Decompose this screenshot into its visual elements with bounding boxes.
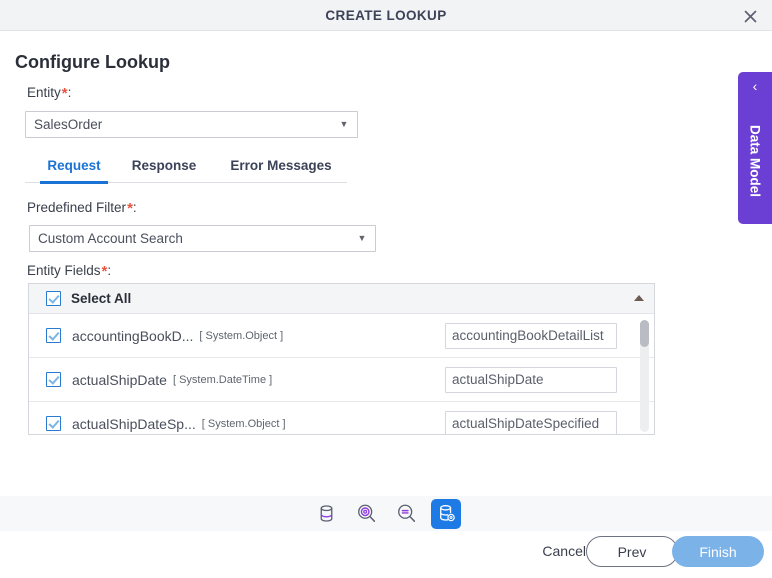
required-asterisk: * — [61, 85, 68, 102]
tab-response[interactable]: Response — [126, 153, 202, 183]
dialog-titlebar: CREATE LOOKUP — [0, 0, 772, 31]
select-all-checkbox[interactable] — [46, 291, 61, 306]
chevron-down-icon: ▼ — [339, 119, 349, 129]
data-model-label: Data Model — [747, 124, 763, 197]
field-alias-input[interactable]: actualShipDate — [445, 367, 617, 393]
entity-fields-label: Entity Fields*: — [27, 263, 111, 280]
table-row[interactable]: actualShipDate [ System.DateTime ] actua… — [29, 358, 654, 402]
page-title: Configure Lookup — [15, 52, 170, 72]
chevron-down-icon: ▼ — [357, 233, 367, 243]
database-icon[interactable] — [311, 499, 341, 529]
cancel-button[interactable]: Cancel — [542, 543, 586, 559]
tab-error-messages[interactable]: Error Messages — [221, 153, 341, 183]
search-minus-icon[interactable] — [391, 499, 421, 529]
entity-fields-list: Select All accountingBookD... [ System.O… — [28, 283, 655, 435]
entity-fields-label-text: Entity Fields — [27, 263, 101, 278]
predefined-filter-select[interactable]: Custom Account Search ▼ — [29, 225, 376, 252]
row-checkbox[interactable] — [46, 416, 61, 431]
list-scrollbar[interactable] — [640, 320, 649, 432]
field-type: [ System.Object ] — [199, 329, 284, 342]
field-type: [ System.DateTime ] — [172, 373, 273, 386]
close-icon[interactable] — [738, 4, 762, 28]
finish-button[interactable]: Finish — [672, 536, 764, 567]
predefined-filter-label-text: Predefined Filter — [27, 200, 127, 215]
list-scrollbar-thumb[interactable] — [640, 320, 649, 347]
field-type: [ System.Object ] — [201, 417, 286, 430]
row-checkbox[interactable] — [46, 328, 61, 343]
select-all-row: Select All — [29, 284, 654, 314]
field-alias-input[interactable]: accountingBookDetailList — [445, 323, 617, 349]
entity-label-text: Entity — [27, 85, 61, 100]
dialog-footer: Cancel Prev Finish — [0, 531, 772, 578]
toolbar-icon-group — [0, 496, 772, 531]
chevron-left-icon: ‹ — [752, 78, 758, 94]
predefined-filter-value: Custom Account Search — [38, 231, 183, 246]
dialog-title: CREATE LOOKUP — [325, 8, 447, 23]
field-name: actualShipDate — [72, 371, 167, 388]
table-row[interactable]: actualShipDateSp... [ System.Object ] ac… — [29, 402, 654, 434]
data-model-panel-toggle[interactable]: ‹ Data Model — [738, 72, 772, 224]
row-checkbox[interactable] — [46, 372, 61, 387]
prev-button[interactable]: Prev — [586, 536, 678, 567]
predefined-filter-label: Predefined Filter*: — [27, 200, 137, 217]
required-asterisk: * — [127, 200, 133, 217]
entity-label-colon: : — [67, 85, 72, 100]
entity-select-value: SalesOrder — [34, 117, 103, 132]
field-alias-input[interactable]: actualShipDateSpecified — [445, 411, 617, 434]
select-all-label: Select All — [71, 291, 132, 306]
entity-label: Entity*: — [27, 85, 71, 102]
entity-fields-label-colon: : — [107, 263, 112, 278]
bottom-toolbar — [0, 496, 772, 531]
database-settings-icon[interactable] — [431, 498, 461, 529]
table-row[interactable]: accountingBookD... [ System.Object ] acc… — [29, 314, 654, 358]
entity-select[interactable]: SalesOrder ▼ — [25, 111, 358, 138]
predefined-filter-label-colon: : — [132, 200, 137, 215]
create-lookup-dialog: CREATE LOOKUP Configure Lookup Entity*: … — [0, 0, 772, 578]
field-name: actualShipDateSp... — [72, 415, 196, 432]
field-name: accountingBookD... — [72, 327, 194, 344]
database-search-settings-icon[interactable] — [351, 499, 381, 529]
tab-request[interactable]: Request — [40, 153, 108, 184]
tab-bar: Request Response Error Messages — [25, 153, 347, 184]
sort-ascending-arrow-icon[interactable] — [634, 295, 644, 301]
